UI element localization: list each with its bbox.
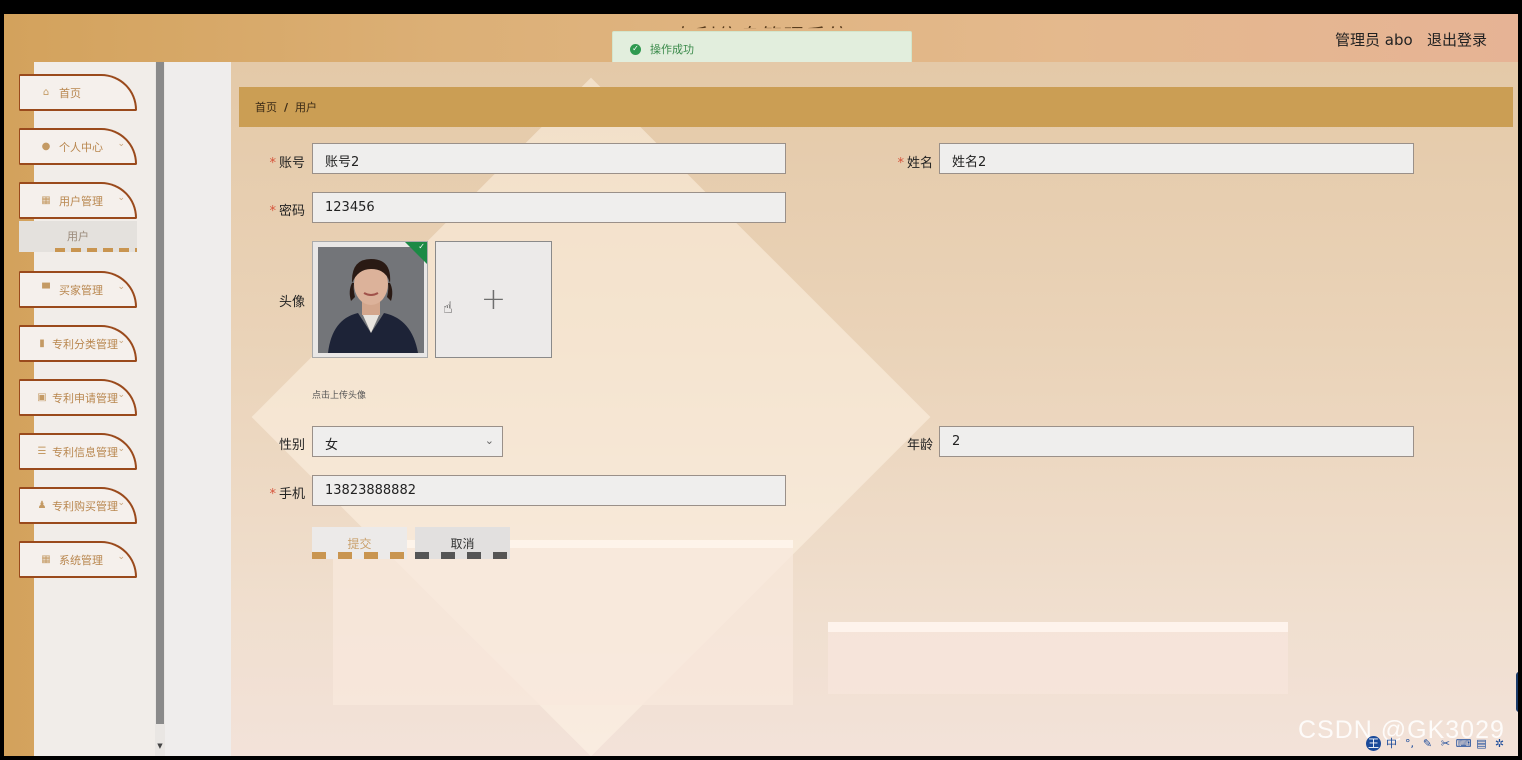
sidebar-item-label: 专利分类管理 [52, 337, 118, 351]
sidebar-item-buyer-management[interactable]: ▀ 买家管理 ⌄ [19, 271, 137, 308]
breadcrumb-separator: / [284, 100, 289, 114]
gender-select[interactable]: 女 ⌄ [312, 426, 503, 457]
age-label: 年龄 [906, 438, 933, 453]
chinese-input-icon[interactable]: 中 [1384, 736, 1399, 751]
sidebar-item-user-management[interactable]: ▦ 用户管理 ⌄ [19, 182, 137, 219]
sidebar-item-label: 系统管理 [59, 553, 103, 567]
account-label: * 账号 [269, 156, 305, 171]
ime-icon[interactable]: 王 [1366, 735, 1381, 751]
keyboard-icon[interactable]: ⌨ [1456, 736, 1472, 751]
phone-field[interactable]: 13823888882 [312, 475, 786, 506]
pen-icon[interactable]: ✎ [1420, 736, 1435, 751]
grid-icon: ▦ [41, 195, 51, 206]
punctuation-icon[interactable]: °, [1402, 736, 1417, 751]
sidebar-item-label: 专利购买管理 [52, 499, 118, 513]
name-field[interactable]: 姓名2 [939, 143, 1414, 174]
phone-label: * 手机 [269, 487, 305, 502]
required-marker: * [269, 487, 276, 502]
page-scrollbar[interactable] [1516, 672, 1518, 712]
sidebar-item-label: 个人中心 [59, 140, 103, 154]
upload-hint: 点击上传头像 [312, 391, 367, 401]
toolbox-icon[interactable]: ▤ [1474, 736, 1489, 751]
sidebar-scroll-thumb[interactable] [156, 62, 164, 724]
sidebar-item-home[interactable]: ⌂ 首页 [19, 74, 137, 111]
avatar-label: 头像 [278, 295, 305, 310]
person-icon: ♟ [37, 500, 47, 511]
account-field[interactable]: 账号2 [312, 143, 786, 174]
required-marker: * [269, 156, 276, 171]
sidebar-item-label: 用户管理 [59, 194, 103, 208]
logout-link[interactable]: 退出登录 [1427, 29, 1487, 50]
background-decoration [828, 622, 1288, 694]
chevron-down-icon: ⌄ [117, 139, 125, 149]
password-field[interactable]: 123456 [312, 192, 786, 223]
chevron-down-icon: ⌄ [117, 336, 125, 346]
sidebar-item-patent-application[interactable]: ▣ 专利申请管理 ⌄ [19, 379, 137, 416]
active-indicator [55, 248, 137, 252]
sidebar-item-personal-center[interactable]: ● 个人中心 ⌄ [19, 128, 137, 165]
breadcrumb-current: 用户 [295, 101, 318, 114]
required-marker: * [269, 204, 276, 219]
sidebar-item-patent-purchase[interactable]: ♟ 专利购买管理 ⌄ [19, 487, 137, 524]
sidebar-item-label: 专利申请管理 [52, 391, 118, 405]
sliders-icon: ☰ [37, 446, 47, 457]
avatar-preview[interactable]: ✓ [312, 241, 428, 358]
main-gutter [165, 62, 231, 756]
system-tray: 王 中 °, ✎ ✂ ⌨ ▤ ✲ [1366, 732, 1507, 754]
chevron-down-icon: ⌄ [117, 193, 125, 203]
chevron-down-icon: ⌄ [117, 552, 125, 562]
age-field[interactable]: 2 [939, 426, 1414, 457]
sidebar-item-label: 首页 [59, 86, 81, 100]
clipboard-icon: ▣ [37, 392, 47, 403]
gender-label: 性别 [278, 438, 305, 453]
chevron-down-icon: ⌄ [117, 498, 125, 508]
sidebar-item-patent-info[interactable]: ☰ 专利信息管理 ⌄ [19, 433, 137, 470]
pointer-cursor-icon: ☝ [443, 298, 453, 317]
chart-icon: ▮ [39, 338, 45, 349]
sidebar-subitem-user[interactable]: 用户 [19, 221, 137, 252]
flag-icon: ▀ [42, 284, 50, 295]
check-icon: ✓ [418, 242, 425, 251]
scissors-icon[interactable]: ✂ [1438, 736, 1453, 751]
sidebar-item-system-management[interactable]: ▦ 系统管理 ⌄ [19, 541, 137, 578]
sidebar-item-label: 买家管理 [59, 283, 103, 297]
chevron-down-icon: ⌄ [117, 444, 125, 454]
submit-button[interactable]: 提交 [312, 527, 407, 559]
sidebar-item-label: 专利信息管理 [52, 445, 118, 459]
check-circle-icon: ✓ [630, 43, 641, 55]
cancel-button[interactable]: 取消 [415, 527, 510, 559]
breadcrumb-home[interactable]: 首页 [255, 99, 277, 115]
app-screen: 专利信息管理系统 管理员 abo 退出登录 ✓ 操作成功 ⌂ 首页 ● 个人中心… [4, 14, 1518, 756]
name-label: * 姓名 [897, 156, 933, 171]
home-icon: ⌂ [42, 87, 50, 98]
gender-select-value: 女 [325, 438, 339, 453]
current-user-label: 管理员 abo [1335, 31, 1413, 49]
chevron-down-icon: ⌄ [117, 282, 125, 292]
chevron-down-icon: ⌄ [117, 390, 125, 400]
toast-message: 操作成功 [650, 43, 694, 56]
upload-success-badge: ✓ [405, 242, 427, 264]
user-icon: ● [41, 141, 51, 152]
sidebar: ⌂ 首页 ● 个人中心 ⌄ ▦ 用户管理 ⌄ 用户 ▀ 买家管理 ⌄ ▮ 专利分… [4, 62, 165, 756]
settings-icon[interactable]: ✲ [1492, 736, 1507, 751]
grid-icon: ▦ [41, 554, 51, 565]
scroll-down-arrow-icon[interactable]: ▼ [155, 742, 165, 750]
main-content: 首页 / 用户 *账号 账号2 *姓名 姓名2 *密码 123456 头像 [231, 62, 1518, 756]
required-marker: * [897, 156, 904, 171]
sidebar-subitem-label: 用户 [67, 230, 89, 243]
background-decoration [333, 540, 793, 705]
chevron-down-icon: ⌄ [484, 434, 494, 447]
sidebar-item-patent-category[interactable]: ▮ 专利分类管理 ⌄ [19, 325, 137, 362]
breadcrumb: 首页 / 用户 [239, 87, 1513, 127]
password-label: * 密码 [269, 204, 305, 219]
